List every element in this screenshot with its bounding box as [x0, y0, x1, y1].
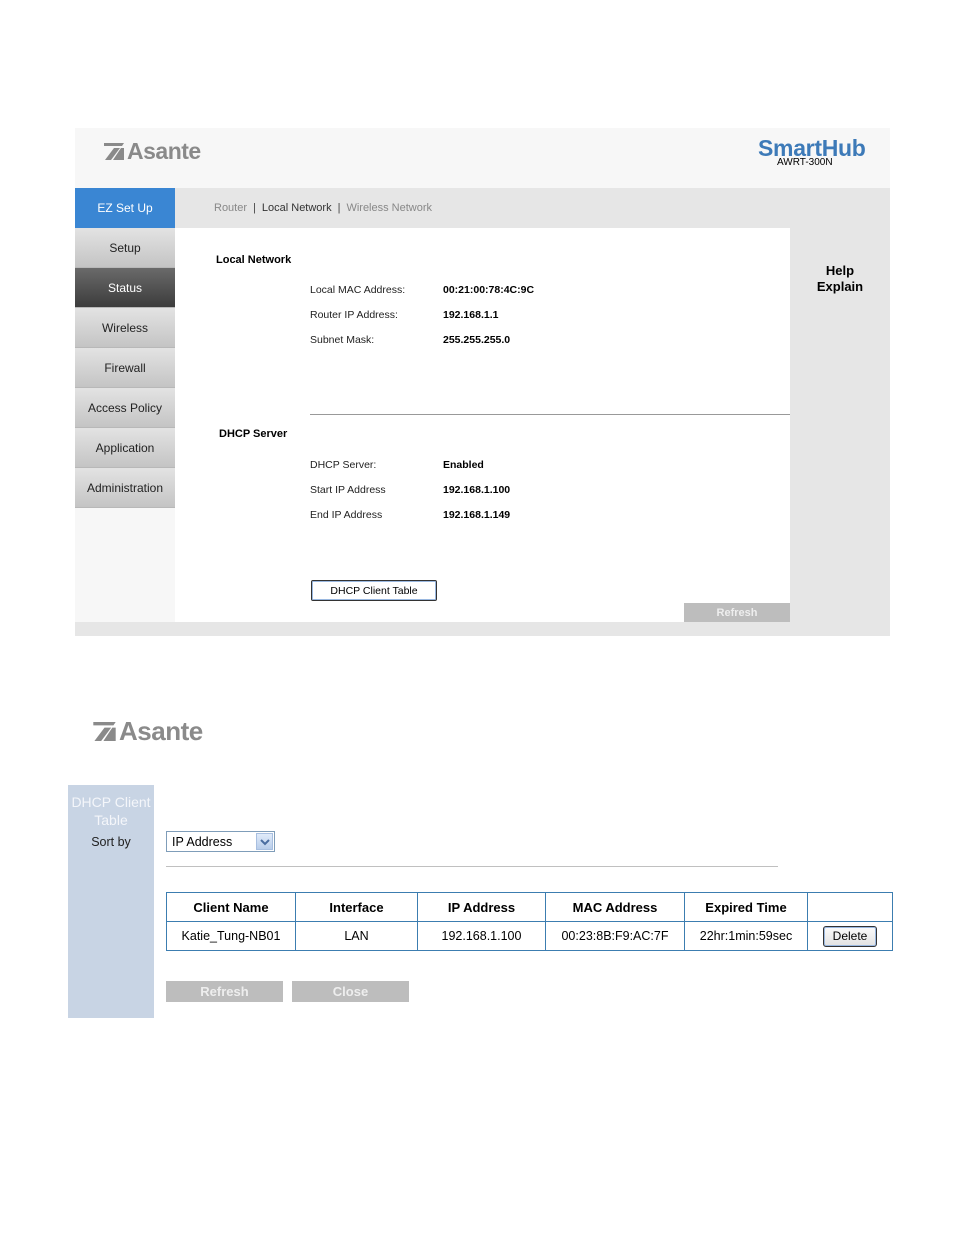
- table-row: Katie_Tung-NB01 LAN 192.168.1.100 00:23:…: [166, 921, 893, 951]
- dhcp-server-label: DHCP Server:: [310, 459, 377, 471]
- asante-logo: Asante: [93, 716, 203, 747]
- end-ip-value: 192.168.1.149: [443, 509, 511, 521]
- table-header-row: Client Name Interface IP Address MAC Add…: [166, 892, 893, 922]
- start-ip-value: 192.168.1.100: [443, 484, 511, 496]
- sidebar-item-administration[interactable]: Administration: [75, 468, 175, 508]
- help-label: Help: [825, 263, 855, 278]
- close-button[interactable]: Close: [292, 981, 409, 1002]
- column-header-action: [807, 892, 893, 922]
- sort-by-label: Sort by: [91, 835, 131, 849]
- mac-label: Local MAC Address:: [310, 284, 406, 296]
- cell-interface: LAN: [295, 921, 418, 951]
- column-header-interface: Interface: [295, 892, 418, 922]
- sidebar-item-firewall[interactable]: Firewall: [75, 348, 175, 388]
- dhcp-server-value: Enabled: [443, 459, 484, 471]
- page-title: DHCP Client Table: [68, 793, 154, 829]
- breadcrumb-separator: |: [337, 202, 341, 214]
- mac-value: 00:21:00:78:4C:9C: [443, 284, 535, 296]
- sidebar-item-status[interactable]: Status: [75, 268, 175, 308]
- model-number: AWRT-300N: [777, 157, 833, 168]
- page-title-line2: Table: [94, 812, 128, 828]
- router-ip-label: Router IP Address:: [310, 309, 398, 321]
- brand-name: Asante: [119, 716, 203, 746]
- section-divider: [166, 866, 778, 867]
- local-network-title: Local Network: [216, 254, 292, 266]
- sidebar-item-application[interactable]: Application: [75, 428, 175, 468]
- asante-logo: Asante: [104, 138, 201, 165]
- brand-name: Asante: [127, 138, 201, 164]
- sidebar-item-setup[interactable]: Setup: [75, 228, 175, 268]
- refresh-button[interactable]: Refresh: [684, 603, 790, 622]
- cell-client-name: Katie_Tung-NB01: [166, 921, 296, 951]
- dhcp-server-title: DHCP Server: [219, 428, 288, 440]
- dhcp-client-table-button[interactable]: DHCP Client Table: [311, 580, 437, 601]
- column-header-client-name: Client Name: [166, 892, 296, 922]
- page-title-line1: DHCP Client: [71, 794, 151, 810]
- sort-by-select[interactable]: IP Address: [166, 831, 275, 852]
- asante-logo-icon: [93, 722, 116, 741]
- section-divider: [310, 414, 790, 415]
- router-status-panel: Asante SmartHub AWRT-300N EZ Set Up Rout…: [75, 128, 890, 636]
- breadcrumb-router[interactable]: Router: [214, 202, 247, 214]
- explain-label: Explain: [816, 279, 864, 294]
- subnet-mask-value: 255.255.255.0: [443, 334, 511, 346]
- bottom-bar: [75, 622, 890, 636]
- column-header-expired-time: Expired Time: [684, 892, 808, 922]
- ez-setup-button[interactable]: EZ Set Up: [75, 188, 175, 228]
- cell-expired-time: 22hr:1min:59sec: [684, 921, 808, 951]
- cell-mac-address: 00:23:8B:F9:AC:7F: [545, 921, 685, 951]
- dhcp-client-table: Client Name Interface IP Address MAC Add…: [166, 892, 893, 951]
- sidebar-item-access-policy[interactable]: Access Policy: [75, 388, 175, 428]
- end-ip-label: End IP Address: [310, 509, 383, 521]
- breadcrumb-wireless-network[interactable]: Wireless Network: [346, 202, 432, 214]
- help-explain[interactable]: Help Explain: [790, 263, 890, 295]
- cell-ip-address: 192.168.1.100: [417, 921, 546, 951]
- asante-logo-icon: [104, 143, 124, 160]
- breadcrumb-local-network[interactable]: Local Network: [262, 202, 332, 214]
- column-header-ip-address: IP Address: [417, 892, 546, 922]
- cell-action: Delete: [807, 921, 893, 951]
- column-header-mac-address: MAC Address: [545, 892, 685, 922]
- refresh-button[interactable]: Refresh: [166, 981, 283, 1002]
- router-ip-value: 192.168.1.1: [443, 309, 499, 321]
- sort-by-value: IP Address: [172, 835, 233, 849]
- sidebar-nav: Setup Status Wireless Firewall Access Po…: [75, 228, 175, 508]
- breadcrumb-separator: |: [253, 202, 256, 214]
- delete-button[interactable]: Delete: [823, 925, 877, 947]
- sidebar-item-wireless[interactable]: Wireless: [75, 308, 175, 348]
- breadcrumb: Router | Local Network | Wireless Network: [214, 202, 432, 214]
- subnet-mask-label: Subnet Mask:: [310, 334, 375, 346]
- chevron-down-icon[interactable]: [256, 833, 273, 850]
- start-ip-label: Start IP Address: [310, 484, 386, 496]
